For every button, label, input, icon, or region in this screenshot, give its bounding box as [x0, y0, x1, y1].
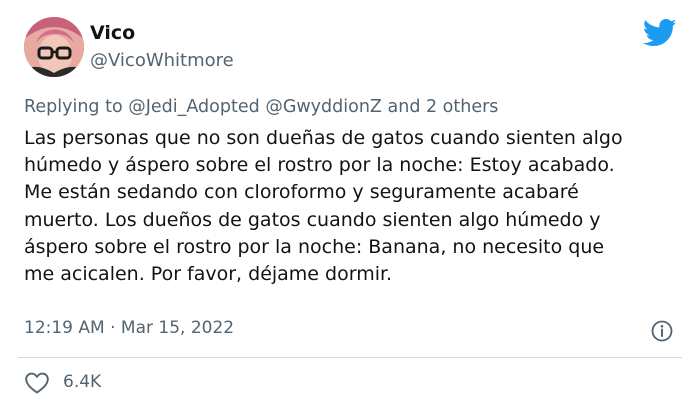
tweet-time: 12:19 AM — [24, 318, 105, 338]
mention-link[interactable]: @GwyddionZ — [265, 97, 382, 117]
others-link[interactable]: and 2 others — [388, 97, 499, 117]
tweet-timestamp[interactable]: 12:19 AM · Mar 15, 2022 — [24, 318, 234, 338]
tweet-card: Vico @VicoWhitmore Replying to @Jedi_Ado… — [0, 0, 700, 410]
tweet-text: Las personas que no son dueñas de gatos … — [24, 125, 684, 288]
twitter-bird-icon[interactable] — [643, 18, 677, 48]
meta-separator: · — [110, 318, 116, 338]
tweet-text-line: áspero sobre el rostro por la noche: Ban… — [24, 235, 605, 258]
tweet-text-line: muerto. Los dueños de gatos cuando sient… — [24, 208, 601, 231]
info-icon[interactable] — [650, 319, 674, 343]
user-handle[interactable]: @VicoWhitmore — [90, 50, 234, 71]
like-count[interactable]: 6.4K — [63, 372, 101, 392]
user-avatar-icon — [24, 17, 84, 77]
tweet-date: Mar 15, 2022 — [120, 318, 235, 338]
heart-icon[interactable] — [24, 371, 50, 395]
tweet-text-line: me acicalen. Por favor, déjame dormir. — [24, 263, 393, 286]
tweet-text-line: Me están sedando con cloroformo y segura… — [24, 181, 579, 204]
divider — [18, 357, 682, 358]
replying-to: Replying to @Jedi_Adopted @GwyddionZ and… — [24, 97, 498, 117]
display-name[interactable]: Vico — [90, 22, 135, 44]
mention-link[interactable]: @Jedi_Adopted — [128, 97, 259, 117]
replying-prefix: Replying to — [24, 97, 123, 117]
avatar[interactable] — [24, 17, 84, 77]
tweet-text-line: húmedo y áspero sobre el rostro por la n… — [24, 154, 615, 177]
tweet-text-line: Las personas que no son dueñas de gatos … — [24, 127, 623, 149]
